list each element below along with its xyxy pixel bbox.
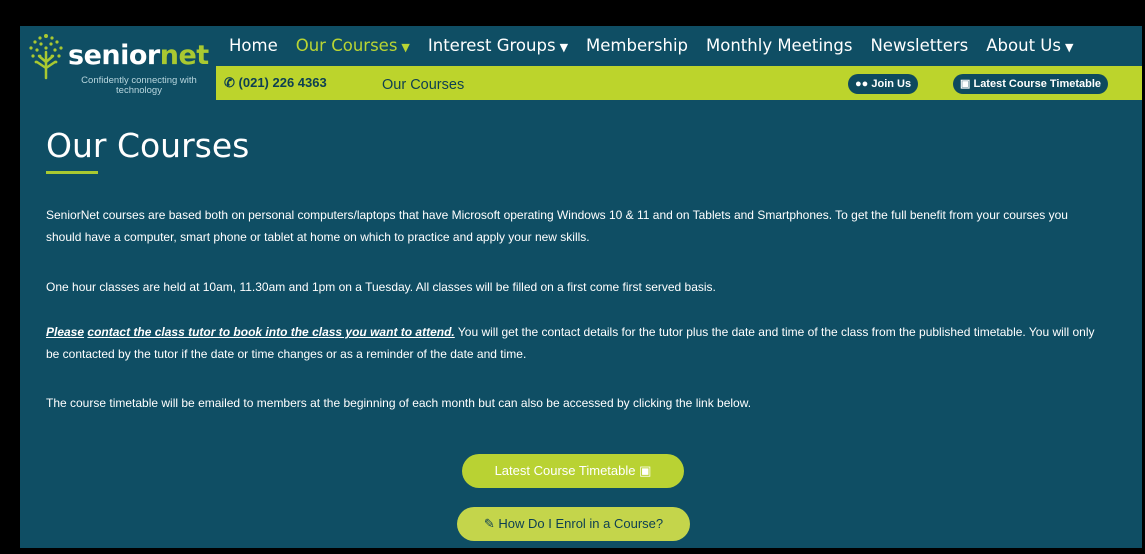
phone-number: (021) 226 4363: [238, 75, 327, 90]
nav-item-label: Our Courses: [295, 36, 398, 55]
how-to-enrol-button[interactable]: ✎ How Do I Enrol in a Course?: [457, 507, 690, 541]
nav-item-interest-groups[interactable]: Interest Groups ▼: [419, 32, 577, 60]
nav-item-about-us[interactable]: About Us ▼: [977, 32, 1082, 60]
join-us-label: Join Us: [871, 78, 912, 90]
tree-logo-icon: [29, 34, 63, 80]
nav-item-home[interactable]: Home: [220, 32, 287, 60]
pencil-icon: ✎: [483, 516, 495, 531]
class-times-paragraph: One hour classes are held at 10am, 11.30…: [46, 280, 716, 294]
brand-part-senior: senior: [68, 40, 160, 71]
please-link[interactable]: Please: [46, 325, 84, 339]
latest-timetable-header-label: Latest Course Timetable: [973, 78, 1102, 90]
caret-down-icon: ▼: [559, 41, 569, 54]
nav-item-label: Newsletters: [870, 36, 969, 55]
latest-course-timetable-label: Latest Course Timetable: [494, 463, 636, 478]
intro-paragraph: SeniorNet courses are based both on pers…: [46, 208, 1068, 244]
phone-link[interactable]: ✆ (021) 226 4363: [224, 66, 327, 100]
timetable-paragraph: The course timetable will be emailed to …: [46, 396, 752, 410]
screen-frame: seniornet Confidently connecting with te…: [0, 0, 1145, 554]
seniornet-logo[interactable]: seniornet Confidently connecting with te…: [20, 26, 210, 102]
nav-item-label: Monthly Meetings: [706, 36, 853, 55]
nav-item-label: Membership: [586, 36, 689, 55]
phone-icon: ✆: [224, 75, 235, 90]
book-icon: ▣: [639, 463, 652, 478]
booking-paragraph: Please contact the class tutor to book i…: [46, 321, 1106, 365]
caret-down-icon: ▼: [1064, 41, 1074, 54]
nav-item-label: Interest Groups: [427, 36, 556, 55]
nav-item-label: About Us: [986, 36, 1061, 55]
contact-tutor-link[interactable]: contact the class tutor to book into the…: [87, 325, 454, 339]
how-to-enrol-label: How Do I Enrol in a Course?: [498, 516, 664, 531]
nav-item-our-courses[interactable]: Our Courses ▼: [287, 32, 419, 60]
nav-item-monthly-meetings[interactable]: Monthly Meetings: [697, 32, 861, 60]
main-navigation: Home Our Courses ▼ Interest Groups ▼ Membersh…: [220, 32, 1082, 60]
book-icon: ▣: [960, 78, 971, 90]
latest-course-timetable-button[interactable]: Latest Course Timetable ▣: [462, 454, 684, 488]
secondary-bar: ✆ (021) 226 4363 Our Courses ●● Join Us …: [216, 66, 1142, 100]
brand-name: seniornet: [68, 40, 209, 71]
latest-timetable-header-button[interactable]: ▣ Latest Course Timetable: [953, 74, 1109, 94]
nav-item-newsletters[interactable]: Newsletters: [861, 32, 977, 60]
page-title: Our Courses: [46, 126, 250, 165]
title-underline: [46, 171, 98, 174]
breadcrumb: Our Courses: [382, 77, 465, 93]
brand-part-net: net: [159, 40, 209, 71]
nav-item-label: Home: [229, 36, 278, 55]
web-page: seniornet Confidently connecting with te…: [20, 26, 1142, 548]
users-icon: ●●: [855, 78, 869, 90]
join-us-button[interactable]: ●● Join Us: [848, 74, 919, 94]
caret-down-icon: ▼: [401, 41, 410, 54]
nav-item-membership[interactable]: Membership: [577, 32, 697, 60]
logo-tagline: Confidently connecting with technology: [81, 75, 197, 96]
